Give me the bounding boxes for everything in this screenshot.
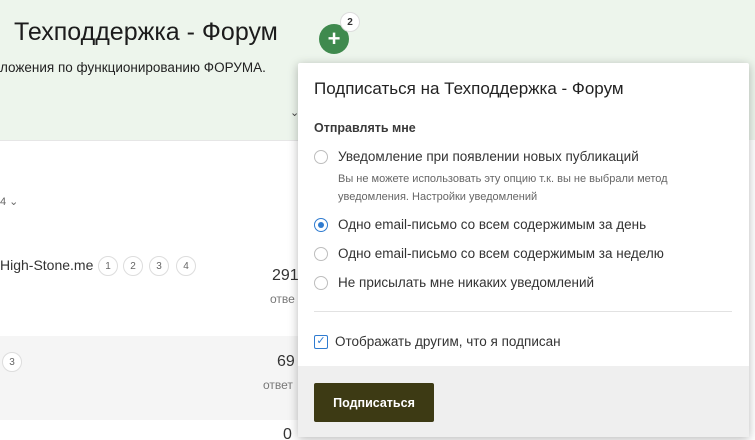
option-label: Одно email-письмо со всем содержимым за … — [338, 217, 647, 232]
subscribe-popup: Подписаться на Техподдержка - Форум Отпр… — [298, 63, 749, 437]
reply-count: 69 — [277, 353, 295, 370]
reply-count-label: ответ — [263, 378, 293, 392]
reply-count-label: отве — [270, 292, 295, 306]
option-weekly-digest[interactable]: Одно email-письмо со всем содержимым за … — [314, 246, 664, 261]
topic-title[interactable]: High-Stone.me — [0, 257, 93, 273]
sort-toggle[interactable]: 4 ⌄ — [0, 195, 18, 208]
send-me-label: Отправлять мне — [314, 121, 416, 135]
page-link[interactable]: 1 — [98, 256, 118, 276]
reply-count: 0 — [283, 426, 292, 440]
radio-daily-digest[interactable] — [314, 217, 328, 232]
reply-count: 291 — [272, 267, 299, 284]
radio-weekly-digest[interactable] — [314, 246, 328, 261]
option-new-posts[interactable]: Уведомление при появлении новых публикац… — [314, 149, 639, 164]
page-link[interactable]: 3 — [149, 256, 169, 276]
table-row[interactable]: High-Stone.me 1 2 3 4 291 отве — [0, 240, 300, 336]
table-row[interactable]: 3 69 ответ — [0, 336, 300, 420]
table-row[interactable]: 0 — [0, 420, 300, 440]
checkmark-icon: ✓ — [316, 335, 326, 347]
option-label: Одно email-письмо со всем содержимым за … — [338, 246, 664, 261]
option-daily-digest[interactable]: Одно email-письмо со всем содержимым за … — [314, 217, 646, 232]
option-note: Вы не можете использовать эту опцию т.к.… — [338, 173, 668, 203]
show-others-checkbox[interactable]: ✓ — [314, 334, 328, 349]
follow-count-badge: 2 — [340, 12, 360, 32]
radio-no-notifications[interactable] — [314, 275, 328, 290]
popup-title: Подписаться на Техподдержка - Форум — [314, 79, 624, 98]
subscribe-button[interactable]: Подписаться — [314, 383, 434, 422]
page-link[interactable]: 2 — [123, 256, 143, 276]
option-label: Не присылать мне никаких уведомлений — [338, 275, 595, 290]
page-link[interactable]: 3 — [2, 352, 22, 372]
forum-description: ложения по функционированию ФОРУМА. — [0, 60, 266, 75]
header-divider — [0, 140, 300, 141]
popup-divider — [314, 311, 732, 312]
show-others-label: Отображать другим, что я подписан — [335, 334, 561, 349]
show-others-row[interactable]: ✓ Отображать другим, что я подписан — [314, 334, 561, 349]
page-title: Техподдержка - Форум — [14, 18, 278, 46]
popup-footer: Подписаться — [298, 366, 749, 437]
option-label: Уведомление при появлении новых публикац… — [338, 149, 639, 164]
option-no-notifications[interactable]: Не присылать мне никаких уведомлений — [314, 275, 594, 290]
page-link[interactable]: 4 — [176, 256, 196, 276]
radio-new-posts[interactable] — [314, 149, 328, 164]
plus-icon: + — [327, 26, 341, 51]
